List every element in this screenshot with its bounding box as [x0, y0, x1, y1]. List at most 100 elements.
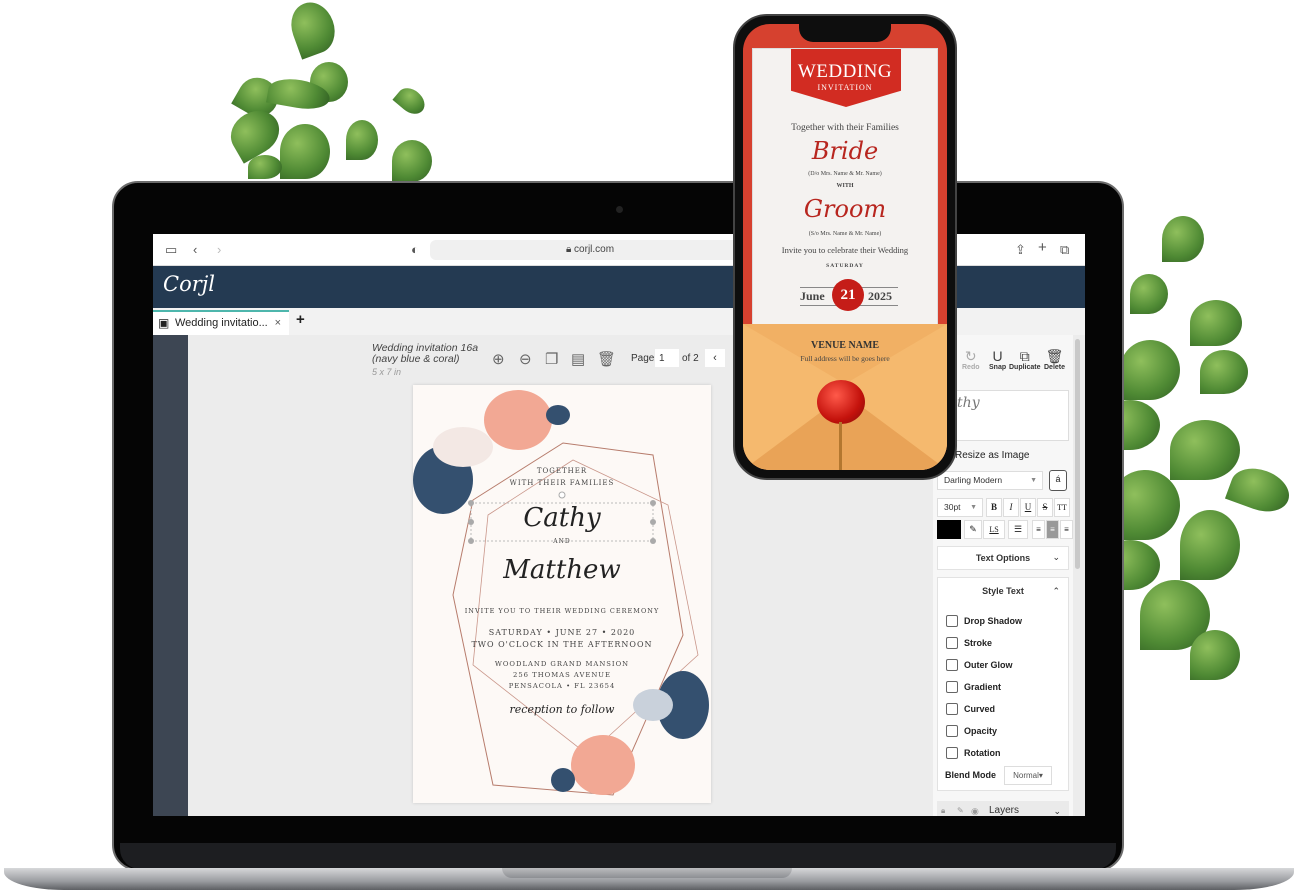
- copy-page-icon[interactable]: ❐: [545, 350, 558, 368]
- wax-seal-icon: [817, 380, 865, 424]
- phone-invite: Invite you to celebrate their Wedding: [781, 245, 909, 255]
- align-center-icon[interactable]: ≡: [1046, 520, 1059, 539]
- phone-venue: VENUE NAME: [810, 340, 880, 351]
- inv-date: SATURDAY • JUNE 27 • 2020: [488, 628, 636, 637]
- resize-as-image[interactable]: Resize as Image: [955, 450, 1029, 461]
- duplicate-icon: ⧉: [1019, 348, 1030, 364]
- tab-document[interactable]: ▣ Wedding invitatio... ×: [153, 310, 289, 335]
- snap-button[interactable]: U Snap: [989, 348, 1006, 371]
- stroke-option[interactable]: Stroke: [946, 637, 992, 649]
- phone-together: Together with their Families: [791, 123, 899, 133]
- layers-label: Layers: [989, 805, 1020, 816]
- inv-invite: INVITE YOU TO THEIR WEDDING CEREMONY: [464, 607, 660, 615]
- chevron-up-icon[interactable]: ⌃: [1052, 586, 1060, 597]
- zoom-out-icon[interactable]: ⊖: [519, 350, 532, 368]
- checkbox[interactable]: [946, 681, 958, 693]
- chevron-down-icon: ⌄: [1053, 806, 1061, 816]
- lock-icon: 🔒︎: [565, 244, 575, 255]
- plant-left: [220, 0, 435, 185]
- drop-shadow-option[interactable]: Drop Shadow: [946, 615, 1022, 627]
- uppercase-button[interactable]: TT: [1054, 498, 1070, 517]
- phone-address: Full address will be goes here: [800, 354, 890, 363]
- phone-date-badge: 21: [832, 279, 864, 311]
- navy-flower-bottom-small: [551, 768, 575, 792]
- close-tab-icon[interactable]: ×: [275, 312, 281, 334]
- font-select[interactable]: Darling Modern ▼: [937, 471, 1043, 490]
- opacity-option[interactable]: Opacity: [946, 725, 997, 737]
- phone-subtitle: INVITATION: [817, 83, 873, 92]
- logo[interactable]: Corjl: [163, 272, 215, 296]
- url-text: corjl.com: [574, 244, 615, 255]
- back-icon[interactable]: ‹: [193, 242, 197, 258]
- style-text-label[interactable]: Style Text: [938, 586, 1068, 596]
- phone-groom: Groom: [803, 195, 887, 223]
- add-page-icon[interactable]: ▤: [571, 350, 585, 368]
- redo-icon: ↻: [964, 348, 977, 364]
- bold-button[interactable]: B: [986, 498, 1002, 517]
- style-text-section: Style Text ⌃ Drop Shadow Stroke Outer Gl…: [937, 577, 1069, 791]
- page-total: of 2: [682, 353, 699, 364]
- laptop-chin: [120, 843, 1116, 869]
- checkbox[interactable]: [946, 637, 958, 649]
- duplicate-button[interactable]: ⧉ Duplicate: [1009, 348, 1041, 371]
- forward-icon[interactable]: ›: [217, 242, 221, 258]
- new-tab-icon[interactable]: +: [1038, 240, 1047, 256]
- checkbox[interactable]: [946, 615, 958, 627]
- align-left-icon[interactable]: ≡: [1032, 520, 1045, 539]
- outer-glow-option[interactable]: Outer Glow: [946, 659, 1013, 671]
- shield-icon[interactable]: ◐: [411, 242, 419, 258]
- strikethrough-button[interactable]: S: [1037, 498, 1053, 517]
- font-case-button[interactable]: á: [1049, 470, 1067, 491]
- page-number-input[interactable]: [655, 349, 679, 367]
- design-canvas[interactable]: TOGETHER WITH THEIR FAMILIES Cathy AND M…: [413, 385, 711, 803]
- url-bar[interactable]: 🔒︎ corjl.com: [430, 240, 750, 260]
- left-sidebar: [153, 335, 188, 816]
- pencil-icon[interactable]: ✎: [957, 801, 964, 816]
- rotation-option[interactable]: Rotation: [946, 747, 1001, 759]
- prev-page-button[interactable]: ‹: [705, 349, 725, 367]
- letter-spacing-button[interactable]: LS: [983, 520, 1005, 539]
- white-flowers: [433, 427, 493, 467]
- redo-button[interactable]: ↻ Redo: [962, 348, 980, 371]
- chevron-down-icon: ▼: [1030, 477, 1037, 484]
- checkbox[interactable]: [946, 703, 958, 715]
- laptop-notch: [502, 868, 792, 878]
- phone-month: June: [800, 289, 825, 303]
- trash-icon: 🗑︎: [1045, 348, 1064, 364]
- inv-name1[interactable]: Cathy: [413, 503, 711, 533]
- italic-button[interactable]: I: [1003, 498, 1019, 517]
- tabs-icon[interactable]: ⧉: [1060, 242, 1069, 258]
- text-options-label: Text Options: [975, 553, 1031, 563]
- eyedropper-icon[interactable]: ✎: [964, 520, 982, 539]
- inv-name2[interactable]: Matthew: [413, 555, 711, 585]
- phone-title: WEDDING: [797, 61, 893, 82]
- eye-icon[interactable]: ◉: [971, 801, 979, 816]
- curved-option[interactable]: Curved: [946, 703, 995, 715]
- blend-mode-select[interactable]: Normal▾: [1004, 766, 1052, 785]
- color-swatch[interactable]: [937, 520, 961, 539]
- inv-street: 256 THOMAS AVENUE: [513, 671, 611, 679]
- lock-icon[interactable]: 🔒︎: [941, 801, 945, 816]
- zoom-in-icon[interactable]: ⊕: [492, 350, 505, 368]
- add-tab-button[interactable]: +: [296, 311, 305, 328]
- text-options-section[interactable]: Text Options ⌄: [937, 546, 1069, 570]
- tab-label: Wedding invitatio...: [175, 317, 268, 329]
- align-right-icon[interactable]: ≡: [1060, 520, 1073, 539]
- gradient-option[interactable]: Gradient: [946, 681, 1001, 693]
- checkbox[interactable]: [946, 747, 958, 759]
- checkbox[interactable]: [946, 659, 958, 671]
- font-size-select[interactable]: 30pt ▼: [937, 498, 983, 517]
- inv-city: PENSACOLA • FL 23654: [508, 682, 616, 690]
- inv-reception: reception to follow: [509, 703, 615, 716]
- delete-button[interactable]: 🗑︎ Delete: [1044, 348, 1065, 371]
- blend-mode-label: Blend Mode: [945, 770, 996, 780]
- share-icon[interactable]: ⇪: [1015, 242, 1026, 258]
- inv-and: AND: [553, 538, 571, 545]
- sidebar-icon[interactable]: ▭: [165, 242, 177, 258]
- line-height-icon[interactable]: ☰: [1008, 520, 1028, 539]
- delete-page-icon[interactable]: 🗑︎: [597, 350, 616, 368]
- checkbox[interactable]: [946, 725, 958, 737]
- panel-scrollbar[interactable]: [1075, 339, 1080, 569]
- underline-button[interactable]: U: [1020, 498, 1036, 517]
- layers-section[interactable]: 🔒︎ ✎ ◉ Layers ⌄: [937, 801, 1069, 816]
